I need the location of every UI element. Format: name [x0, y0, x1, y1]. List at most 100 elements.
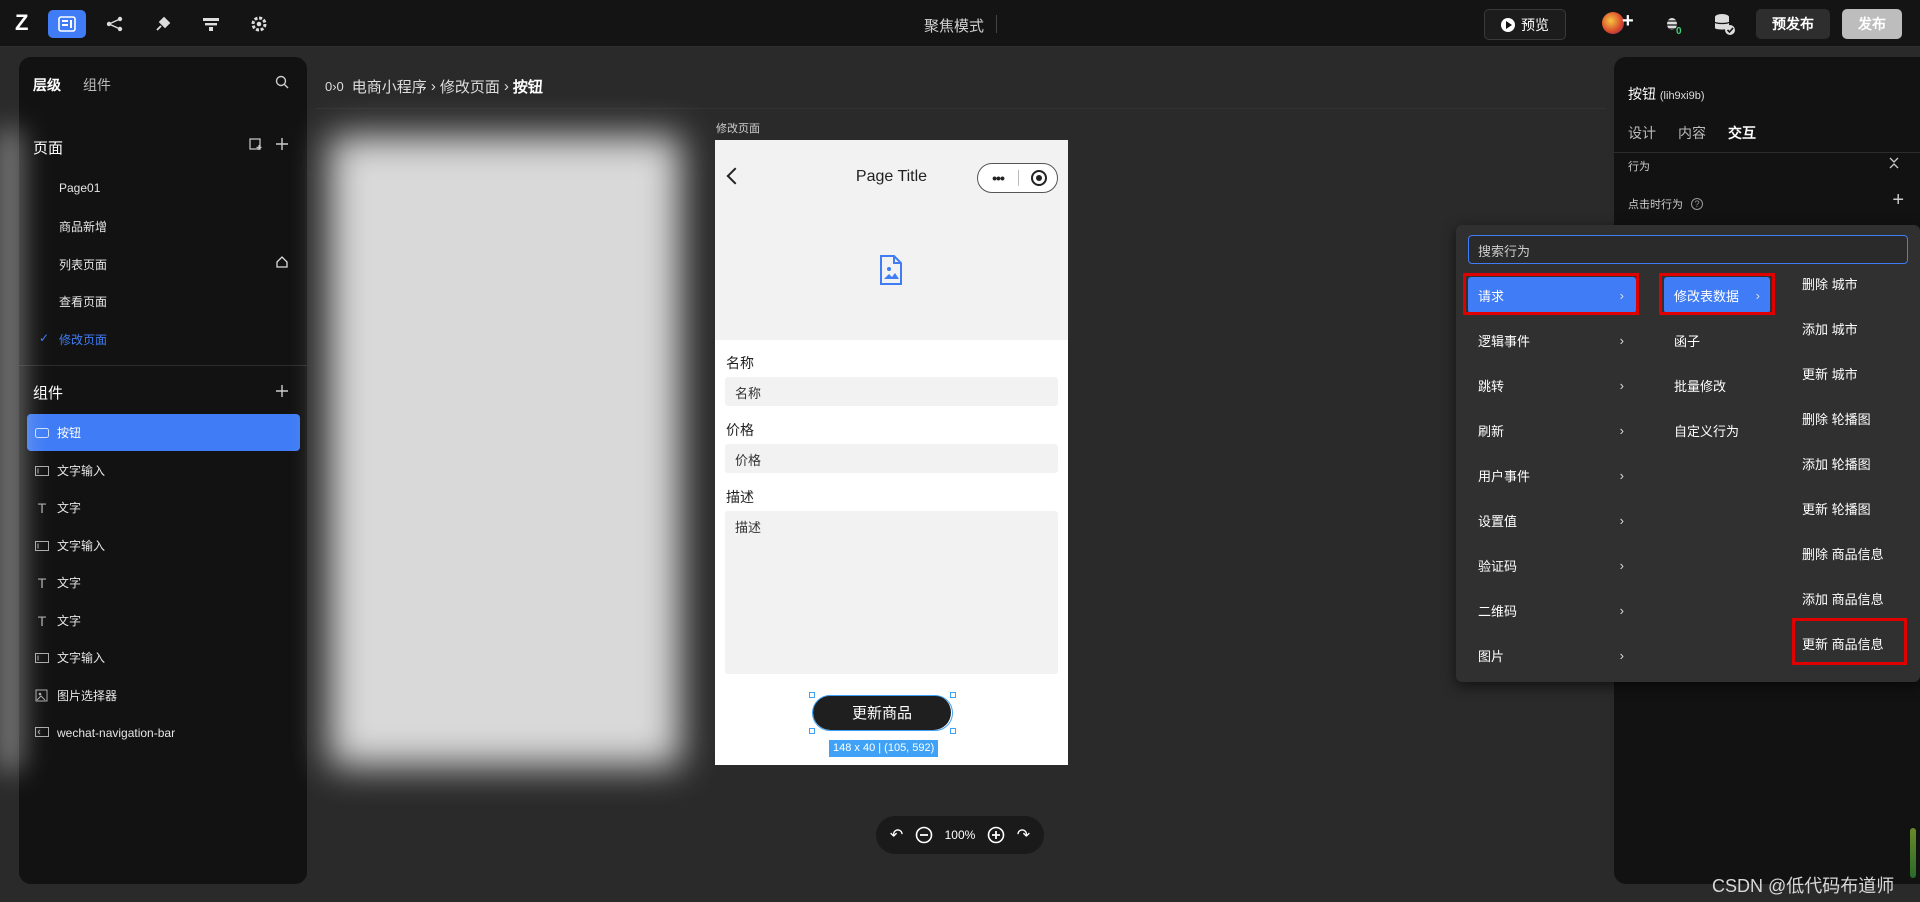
collapse-icon[interactable] — [1888, 157, 1900, 169]
table-icon — [203, 18, 219, 31]
component-item-navigation-bar[interactable]: wechat-navigation-bar — [27, 714, 300, 751]
behavior-category-image[interactable]: 图片 › — [1468, 637, 1636, 673]
add-behavior-icon[interactable]: + — [1892, 189, 1904, 212]
zoom-out-icon[interactable] — [915, 826, 933, 844]
focus-mode-toggle[interactable]: 聚焦模式 — [924, 15, 984, 36]
component-item-text-input[interactable]: 文字输入 — [27, 639, 300, 676]
add-page-icon[interactable] — [275, 137, 289, 151]
page-item-edit[interactable]: 修改页面 — [59, 331, 107, 348]
chevron-right-icon: › — [1619, 602, 1624, 618]
action-delete-city[interactable]: 删除 城市 — [1786, 265, 1906, 301]
breadcrumb-item[interactable]: 修改页面 — [440, 76, 500, 97]
redo-icon[interactable]: ↷ — [1017, 825, 1030, 845]
behavior-category-set-value[interactable]: 设置值 › — [1468, 502, 1636, 538]
home-icon[interactable] — [275, 255, 289, 269]
component-label: 按钮 — [57, 426, 82, 440]
component-label: 文字 — [57, 576, 82, 590]
breadcrumb-separator: › — [503, 78, 509, 95]
behavior-category-qrcode[interactable]: 二维码 › — [1468, 592, 1636, 628]
tab-components[interactable]: 组件 — [83, 75, 111, 95]
behavior-search-input[interactable]: 搜索行为 — [1468, 235, 1908, 264]
tab-content[interactable]: 内容 — [1678, 123, 1706, 143]
add-component-icon[interactable] — [275, 384, 289, 398]
tab-layers[interactable]: 层级 — [33, 75, 61, 95]
component-item-button[interactable]: 按钮 — [27, 414, 300, 451]
tab-design[interactable]: 设计 — [1628, 123, 1656, 143]
undo-icon[interactable]: ↶ — [890, 825, 903, 845]
help-icon[interactable]: ? — [1691, 198, 1703, 210]
component-item-text-input[interactable]: 文字输入 — [27, 527, 300, 564]
behavior-category-refresh[interactable]: 刷新 › — [1468, 412, 1636, 448]
navigation-bar[interactable]: Page Title ••• — [715, 140, 1068, 340]
settings-button[interactable] — [240, 10, 278, 38]
action-add-carousel[interactable]: 添加 轮播图 — [1786, 445, 1906, 481]
behavior-custom[interactable]: 自定义行为 — [1664, 412, 1770, 448]
breadcrumb: 0›0 电商小程序 › 修改页面 › 按钮 — [325, 76, 543, 97]
action-delete-product-info[interactable]: 删除 商品信息 — [1786, 535, 1906, 571]
add-folder-icon[interactable] — [249, 137, 263, 151]
behavior-category-logic[interactable]: 逻辑事件 › — [1468, 322, 1636, 358]
image-component-icon — [35, 689, 49, 703]
zoom-in-icon[interactable] — [987, 826, 1005, 844]
action-update-city[interactable]: 更新 城市 — [1786, 355, 1906, 391]
watermark: CSDN @低代码布道师 — [1712, 876, 1895, 896]
page-item-list[interactable]: 列表页面 — [59, 256, 107, 273]
page-item-add-product[interactable]: 商品新增 — [59, 218, 107, 235]
size-position-tag: 148 x 40 | (105, 592) — [829, 740, 939, 757]
behavior-batch-modify[interactable]: 批量修改 — [1664, 367, 1770, 403]
data-button[interactable] — [192, 10, 230, 38]
phone-canvas[interactable]: Page Title ••• 名称 名称 价格 价格 描述 描述 更新商品 — [715, 140, 1068, 765]
avatar[interactable] — [1602, 12, 1624, 34]
page-item-page01[interactable]: Page01 — [59, 181, 100, 195]
component-item-text[interactable]: T 文字 — [27, 489, 300, 526]
bug-icon[interactable]: 0 — [1662, 12, 1686, 36]
pages-actions — [249, 137, 289, 151]
subcategory-label: 批量修改 — [1674, 378, 1727, 394]
app-logo[interactable]: Z — [15, 11, 41, 35]
name-input[interactable]: 名称 — [725, 377, 1058, 406]
tabs-divider — [1614, 152, 1920, 153]
on-click-behavior-label: 点击时行为 ? — [1628, 196, 1703, 212]
flow-button[interactable] — [96, 10, 134, 38]
component-item-image-picker[interactable]: 图片选择器 — [27, 677, 300, 714]
close-circle-icon[interactable] — [1031, 170, 1047, 186]
search-icon[interactable] — [275, 75, 289, 89]
play-icon — [1501, 17, 1515, 32]
behavior-category-navigate[interactable]: 跳转 › — [1468, 367, 1636, 403]
action-add-city[interactable]: 添加 城市 — [1786, 310, 1906, 346]
pages-view-button[interactable] — [48, 10, 86, 38]
description-textarea[interactable]: 描述 — [725, 511, 1058, 674]
breadcrumb-item[interactable]: 电商小程序 — [352, 76, 427, 97]
component-name: 按钮 — [1628, 86, 1656, 102]
publish-button[interactable]: 发布 — [1842, 9, 1902, 39]
button-component-icon — [35, 426, 49, 440]
breadcrumb-icon: 0›0 — [325, 79, 344, 94]
component-item-text[interactable]: T 文字 — [27, 564, 300, 601]
action-update-carousel[interactable]: 更新 轮播图 — [1786, 490, 1906, 526]
behavior-functor[interactable]: 函子 — [1664, 322, 1770, 358]
mini-program-capsule[interactable]: ••• — [977, 163, 1058, 193]
input-component-icon — [35, 539, 49, 553]
behavior-category-captcha[interactable]: 验证码 › — [1468, 547, 1636, 583]
preview-button[interactable]: 预览 — [1484, 9, 1566, 40]
plugin-button[interactable] — [144, 10, 182, 38]
prepublish-button[interactable]: 预发布 — [1756, 9, 1830, 39]
page-item-view[interactable]: 查看页面 — [59, 293, 107, 310]
action-delete-carousel[interactable]: 删除 轮播图 — [1786, 400, 1906, 436]
behavior-category-user-event[interactable]: 用户事件 › — [1468, 457, 1636, 493]
component-item-text-input[interactable]: 文字输入 — [27, 452, 300, 489]
component-item-text[interactable]: T 文字 — [27, 602, 300, 639]
price-input[interactable]: 价格 — [725, 444, 1058, 473]
resize-handle[interactable] — [809, 692, 815, 698]
category-label: 刷新 — [1478, 423, 1505, 439]
zoom-level: 100% — [944, 828, 976, 842]
components-section-title: 组件 — [33, 385, 64, 402]
tab-interaction[interactable]: 交互 — [1728, 123, 1756, 143]
more-dots-icon[interactable]: ••• — [978, 170, 1018, 186]
action-add-product-info[interactable]: 添加 商品信息 — [1786, 580, 1906, 616]
database-check-icon[interactable] — [1712, 12, 1736, 36]
invite-plus-icon[interactable]: + — [1622, 10, 1634, 33]
resize-handle[interactable] — [950, 728, 956, 734]
resize-handle[interactable] — [809, 728, 815, 734]
resize-handle[interactable] — [950, 692, 956, 698]
